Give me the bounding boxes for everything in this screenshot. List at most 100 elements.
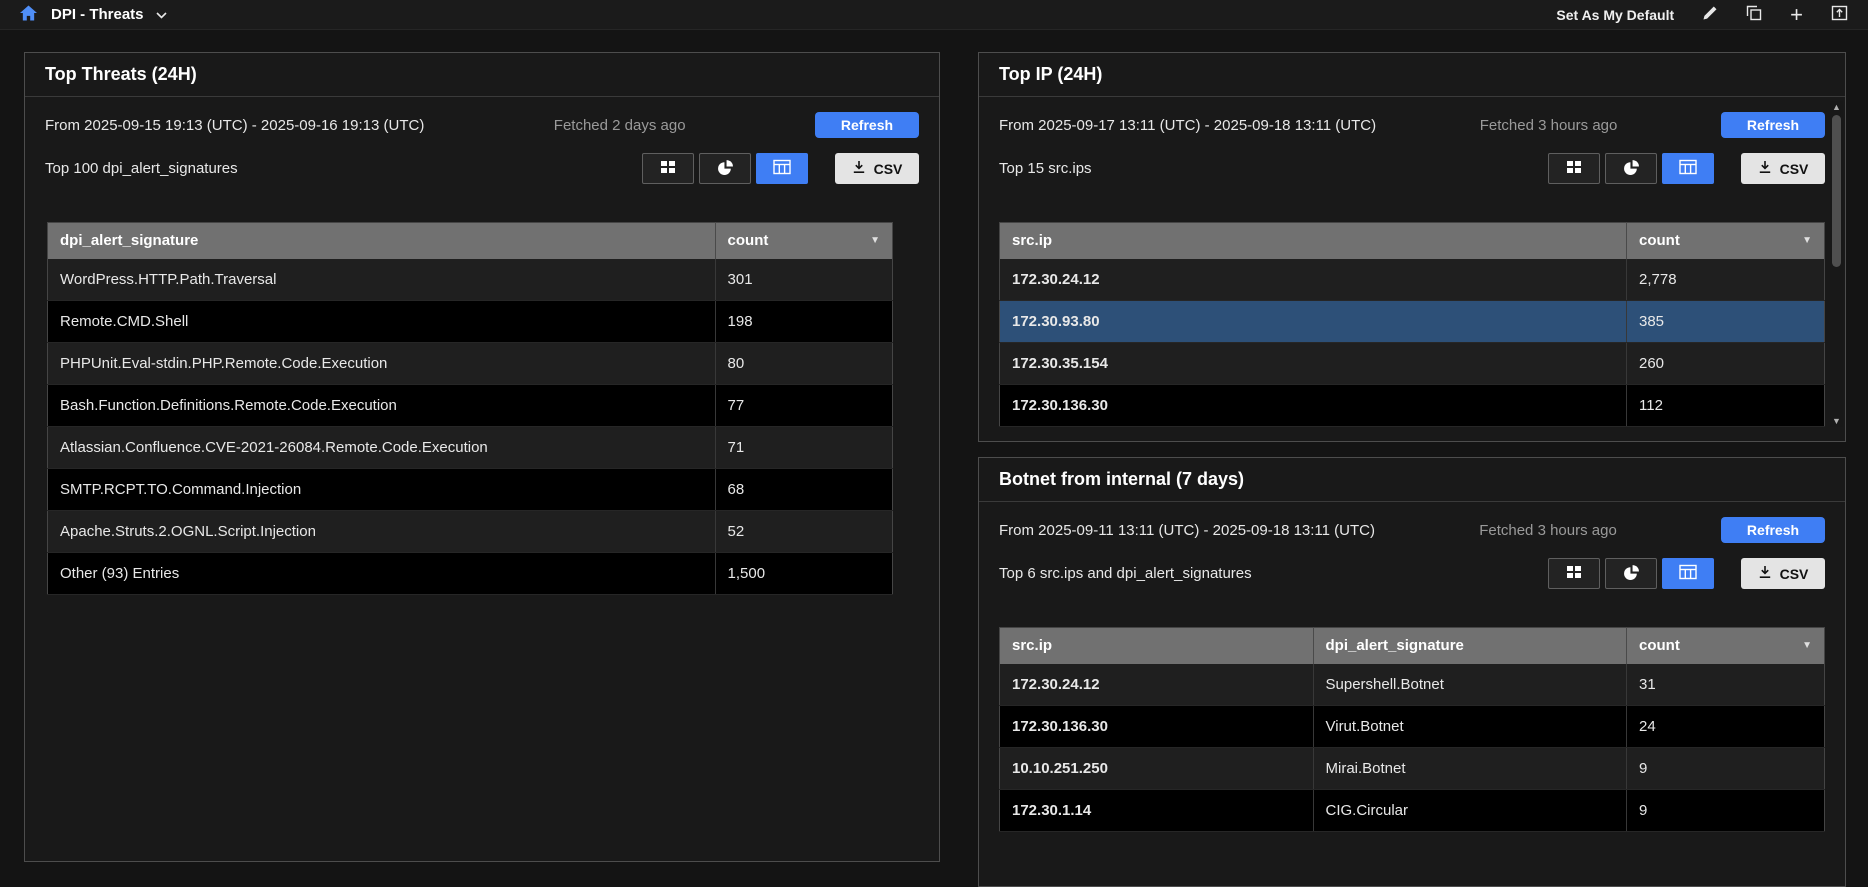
signature-cell: SMTP.RCPT.TO.Command.Injection <box>48 469 716 511</box>
table-row[interactable]: 172.30.1.14CIG.Circular9 <box>1000 790 1825 832</box>
csv-label: CSV <box>874 161 903 177</box>
signature-cell: Apache.Struts.2.OGNL.Script.Injection <box>48 511 716 553</box>
edit-button[interactable] <box>1702 5 1718 24</box>
column-header-signature[interactable]: dpi_alert_signature <box>1313 628 1627 664</box>
set-as-default-button[interactable]: Set As My Default <box>1556 7 1674 23</box>
summary-view-button[interactable] <box>642 153 694 184</box>
column-header-count[interactable]: count▼ <box>715 223 892 259</box>
scroll-up-arrow[interactable]: ▲ <box>1830 101 1843 113</box>
table-row[interactable]: PHPUnit.Eval-stdin.PHP.Remote.Code.Execu… <box>48 343 893 385</box>
refresh-button[interactable]: Refresh <box>815 112 919 138</box>
scrollbar-thumb[interactable] <box>1832 115 1841 267</box>
table-view-button[interactable] <box>1662 153 1714 184</box>
info-row: From 2025-09-17 13:11 (UTC) - 2025-09-18… <box>979 112 1845 138</box>
panel-scrollbar[interactable]: ▲ ▼ <box>1830 101 1843 427</box>
table-view-button[interactable] <box>1662 558 1714 589</box>
subtitle-row: Top 6 src.ips and dpi_alert_signatures <box>979 558 1845 589</box>
table-header-row: src.ip count▼ <box>1000 223 1825 259</box>
pie-chart-icon <box>717 159 734 179</box>
count-cell: 2,778 <box>1627 259 1825 301</box>
view-controls: CSV <box>642 153 919 184</box>
top-ip-table: src.ip count▼ 172.30.24.122,778 172.30.9… <box>999 222 1825 427</box>
pie-view-button[interactable] <box>1605 153 1657 184</box>
date-range: From 2025-09-17 13:11 (UTC) - 2025-09-18… <box>999 117 1376 134</box>
chevron-down-icon <box>156 6 167 23</box>
table-row[interactable]: 172.30.93.80385 <box>1000 301 1825 343</box>
csv-download-button[interactable]: CSV <box>1741 558 1825 589</box>
srcip-cell: 172.30.136.30 <box>1000 385 1627 427</box>
table-row[interactable]: 172.30.136.30Virut.Botnet24 <box>1000 706 1825 748</box>
table-row[interactable]: Remote.CMD.Shell198 <box>48 301 893 343</box>
scroll-down-arrow[interactable]: ▼ <box>1830 415 1843 427</box>
topbar: DPI - Threats Set As My Default + <box>0 0 1868 30</box>
count-cell: 112 <box>1627 385 1825 427</box>
count-cell: 68 <box>715 469 892 511</box>
sort-desc-icon: ▼ <box>1802 640 1812 651</box>
dashboard-title-menu[interactable]: DPI - Threats <box>51 6 167 23</box>
table-row[interactable]: WordPress.HTTP.Path.Traversal301 <box>48 259 893 301</box>
signature-cell: Virut.Botnet <box>1313 706 1627 748</box>
table-row[interactable]: SMTP.RCPT.TO.Command.Injection68 <box>48 469 893 511</box>
column-header-srcip[interactable]: src.ip <box>1000 223 1627 259</box>
table-row[interactable]: Other (93) Entries1,500 <box>48 553 893 595</box>
view-controls: CSV <box>1548 558 1825 589</box>
table-row[interactable]: Apache.Struts.2.OGNL.Script.Injection52 <box>48 511 893 553</box>
pie-view-button[interactable] <box>1605 558 1657 589</box>
table-wrap: src.ip dpi_alert_signature count▼ 172.30… <box>999 627 1825 832</box>
table-row[interactable]: Bash.Function.Definitions.Remote.Code.Ex… <box>48 385 893 427</box>
table-view-button[interactable] <box>756 153 808 184</box>
count-cell: 77 <box>715 385 892 427</box>
top-threats-table: dpi_alert_signature count▼ WordPress.HTT… <box>47 222 893 595</box>
table-wrap: src.ip count▼ 172.30.24.122,778 172.30.9… <box>999 222 1825 427</box>
table-row[interactable]: Atlassian.Confluence.CVE-2021-26084.Remo… <box>48 427 893 469</box>
panel-title: Botnet from internal (7 days) <box>979 458 1845 502</box>
count-cell: 80 <box>715 343 892 385</box>
column-header-srcip[interactable]: src.ip <box>1000 628 1314 664</box>
table-icon <box>773 159 791 178</box>
column-header-count[interactable]: count▼ <box>1627 223 1825 259</box>
csv-download-button[interactable]: CSV <box>1741 153 1825 184</box>
count-cell: 9 <box>1627 790 1825 832</box>
fetched-status: Fetched 3 hours ago <box>1480 117 1618 134</box>
panel-botnet: Botnet from internal (7 days) From 2025-… <box>978 457 1846 887</box>
srcip-cell: 172.30.24.12 <box>1000 259 1627 301</box>
panel-title: Top IP (24H) <box>979 53 1845 97</box>
summary-view-icon <box>1566 564 1582 583</box>
table-row[interactable]: 172.30.136.30112 <box>1000 385 1825 427</box>
refresh-button[interactable]: Refresh <box>1721 112 1825 138</box>
pencil-icon <box>1702 5 1718 24</box>
column-header-signature[interactable]: dpi_alert_signature <box>48 223 716 259</box>
table-icon <box>1679 564 1697 583</box>
subtitle-row: Top 15 src.ips CSV <box>979 153 1845 184</box>
clone-button[interactable] <box>1746 5 1762 24</box>
info-row: From 2025-09-11 13:11 (UTC) - 2025-09-18… <box>979 517 1845 543</box>
pie-chart-icon <box>1623 564 1640 584</box>
csv-download-button[interactable]: CSV <box>835 153 919 184</box>
count-cell: 71 <box>715 427 892 469</box>
copy-icon <box>1746 5 1762 24</box>
signature-cell: Remote.CMD.Shell <box>48 301 716 343</box>
home-button[interactable] <box>20 5 37 24</box>
summary-view-button[interactable] <box>1548 558 1600 589</box>
count-cell: 260 <box>1627 343 1825 385</box>
table-row[interactable]: 172.30.24.122,778 <box>1000 259 1825 301</box>
column-header-count[interactable]: count▼ <box>1627 628 1825 664</box>
summary-view-button[interactable] <box>1548 153 1600 184</box>
panel-subtitle: Top 6 src.ips and dpi_alert_signatures <box>999 565 1252 582</box>
topbar-actions: Set As My Default + <box>1556 5 1848 24</box>
table-header-row: src.ip dpi_alert_signature count▼ <box>1000 628 1825 664</box>
table-row[interactable]: 10.10.251.250Mirai.Botnet9 <box>1000 748 1825 790</box>
download-icon <box>1758 565 1772 582</box>
table-row[interactable]: 172.30.24.12Supershell.Botnet31 <box>1000 664 1825 706</box>
add-widget-button[interactable]: + <box>1790 7 1803 23</box>
pie-view-button[interactable] <box>699 153 751 184</box>
summary-view-icon <box>1566 159 1582 178</box>
view-controls: CSV <box>1548 153 1825 184</box>
export-button[interactable] <box>1831 5 1848 24</box>
panel-subtitle: Top 15 src.ips <box>999 160 1092 177</box>
count-cell: 31 <box>1627 664 1825 706</box>
signature-cell: Atlassian.Confluence.CVE-2021-26084.Remo… <box>48 427 716 469</box>
table-row[interactable]: 172.30.35.154260 <box>1000 343 1825 385</box>
refresh-button[interactable]: Refresh <box>1721 517 1825 543</box>
signature-cell: PHPUnit.Eval-stdin.PHP.Remote.Code.Execu… <box>48 343 716 385</box>
